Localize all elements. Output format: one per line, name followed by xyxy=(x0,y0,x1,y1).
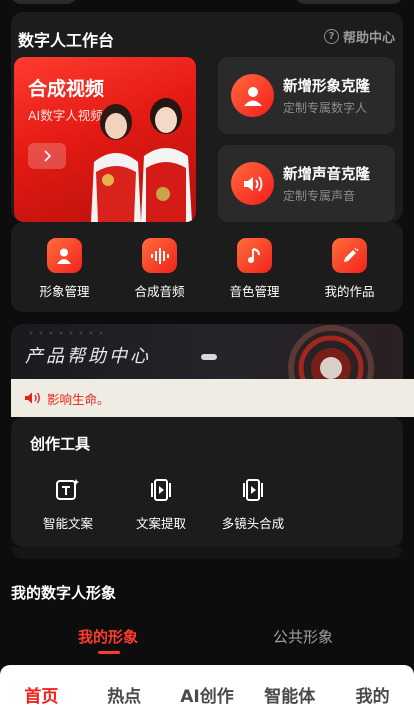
synth-go-button[interactable] xyxy=(28,143,66,169)
my-digital-humans-title: 我的数字人形象 xyxy=(11,584,117,602)
digital-human-workspace: 数字人工作台 ? 帮助中心 合成视频 AI数字人视频 新增形象克隆 定制专属数字… xyxy=(11,12,403,222)
voice-clone-desc: 定制专属声音 xyxy=(283,189,356,203)
voice-clone-title: 新增声音克隆 xyxy=(283,167,370,183)
speaker-icon xyxy=(25,392,40,404)
section-divider xyxy=(11,547,403,559)
avatar-tabs: 我的形象 公共形象 xyxy=(11,620,403,660)
top-edge xyxy=(0,0,414,12)
nav-ai-create[interactable]: AI创作 xyxy=(166,665,249,724)
creation-tools: 创作工具 智能文案 文案提取 多镜头合成 xyxy=(11,417,403,547)
video-extract-icon xyxy=(146,475,176,505)
tool-label: 多镜头合成 xyxy=(221,516,285,531)
notice-text: 影响生命。 xyxy=(47,391,110,407)
nav-home[interactable]: 首页 xyxy=(0,665,83,724)
tool-label: 智能文案 xyxy=(42,516,93,531)
quick-action-image-manage[interactable]: 形象管理 xyxy=(25,222,105,312)
tab-my-avatars[interactable]: 我的形象 xyxy=(78,626,138,647)
help-center-label: 帮助中心 xyxy=(342,31,395,46)
nav-agent[interactable]: 智能体 xyxy=(248,665,331,724)
tool-copy-extract[interactable]: 文案提取 xyxy=(116,475,206,532)
quick-actions: 形象管理 合成音频 音色管理 我的作品 xyxy=(11,222,403,312)
notice-bar[interactable]: 影响生命。 xyxy=(11,379,414,417)
quick-action-my-works[interactable]: 我的作品 xyxy=(310,222,390,312)
active-tab-underline xyxy=(98,651,120,654)
synthesize-video-card[interactable]: 合成视频 AI数字人视频 xyxy=(14,57,196,222)
edit-pen-icon xyxy=(332,238,367,273)
banner-title: 产品帮助中心 xyxy=(25,346,151,367)
tool-smart-copywriting[interactable]: 智能文案 xyxy=(23,475,113,532)
multi-shot-icon xyxy=(238,475,268,505)
question-icon: ? xyxy=(323,29,339,44)
tool-multi-shot[interactable]: 多镜头合成 xyxy=(208,475,298,532)
user-icon xyxy=(47,238,82,273)
quick-action-label: 音色管理 xyxy=(229,284,280,299)
tools-title: 创作工具 xyxy=(30,435,91,453)
ai-text-icon xyxy=(53,475,83,505)
chevron-right-icon xyxy=(44,150,52,162)
waveform-icon xyxy=(142,238,177,273)
athletes-illustration xyxy=(91,98,192,222)
quick-action-label: 合成音频 xyxy=(134,284,185,299)
help-center-banner[interactable]: 产品帮助中心 xyxy=(11,324,403,380)
nav-me[interactable]: 我的 xyxy=(331,665,414,724)
quick-action-label: 形象管理 xyxy=(39,284,90,299)
quick-action-label: 我的作品 xyxy=(324,284,375,299)
workspace-title: 数字人工作台 xyxy=(18,31,115,50)
tool-label: 文案提取 xyxy=(135,516,186,531)
bottom-navigation: 首页 热点 AI创作 智能体 我的 xyxy=(0,665,414,724)
image-clone-title: 新增形象克隆 xyxy=(283,79,370,95)
top-stub-left xyxy=(11,0,77,4)
image-clone-desc: 定制专属数字人 xyxy=(283,101,368,115)
tab-public-avatars[interactable]: 公共形象 xyxy=(273,626,333,647)
music-note-icon xyxy=(237,238,272,273)
top-stub-right xyxy=(295,0,403,4)
quick-action-voice-manage[interactable]: 音色管理 xyxy=(215,222,295,312)
add-image-clone-card[interactable]: 新增形象克隆 定制专属数字人 xyxy=(218,57,395,134)
person-icon xyxy=(231,74,274,117)
speaker-icon xyxy=(231,162,274,205)
help-center-link[interactable]: ? 帮助中心 xyxy=(323,27,395,46)
carousel-indicator xyxy=(201,354,217,360)
add-voice-clone-card[interactable]: 新增声音克隆 定制专属声音 xyxy=(218,145,395,222)
nav-hot[interactable]: 热点 xyxy=(83,665,166,724)
quick-action-synth-audio[interactable]: 合成音频 xyxy=(120,222,200,312)
